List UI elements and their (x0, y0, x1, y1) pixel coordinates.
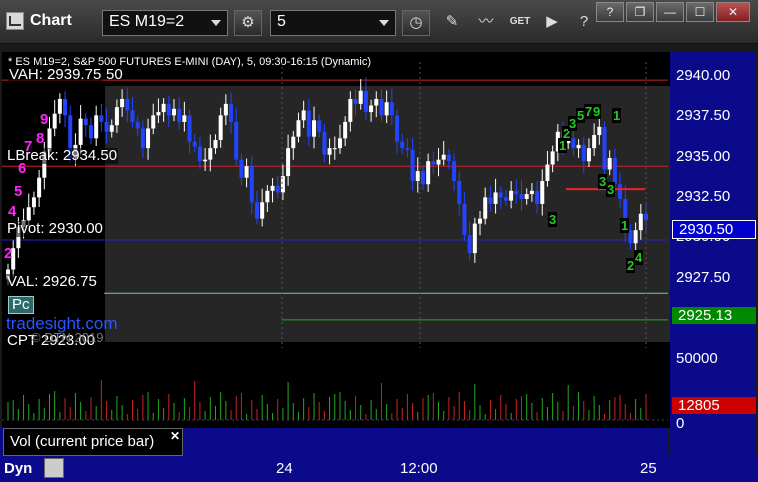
volume-chart-svg (2, 380, 668, 421)
time-label: 12:00 (400, 460, 438, 477)
close-study-icon[interactable]: ✕ (170, 429, 180, 443)
time-label: 24 (276, 460, 293, 477)
volume-study-label[interactable]: Vol (current price bar) (3, 428, 183, 456)
time-label: 25 (640, 460, 657, 477)
dyn-icon[interactable] (44, 458, 64, 478)
dyn-label: Dyn (4, 460, 33, 477)
time-axis[interactable]: Dyn 24 12:00 25 (0, 456, 758, 482)
